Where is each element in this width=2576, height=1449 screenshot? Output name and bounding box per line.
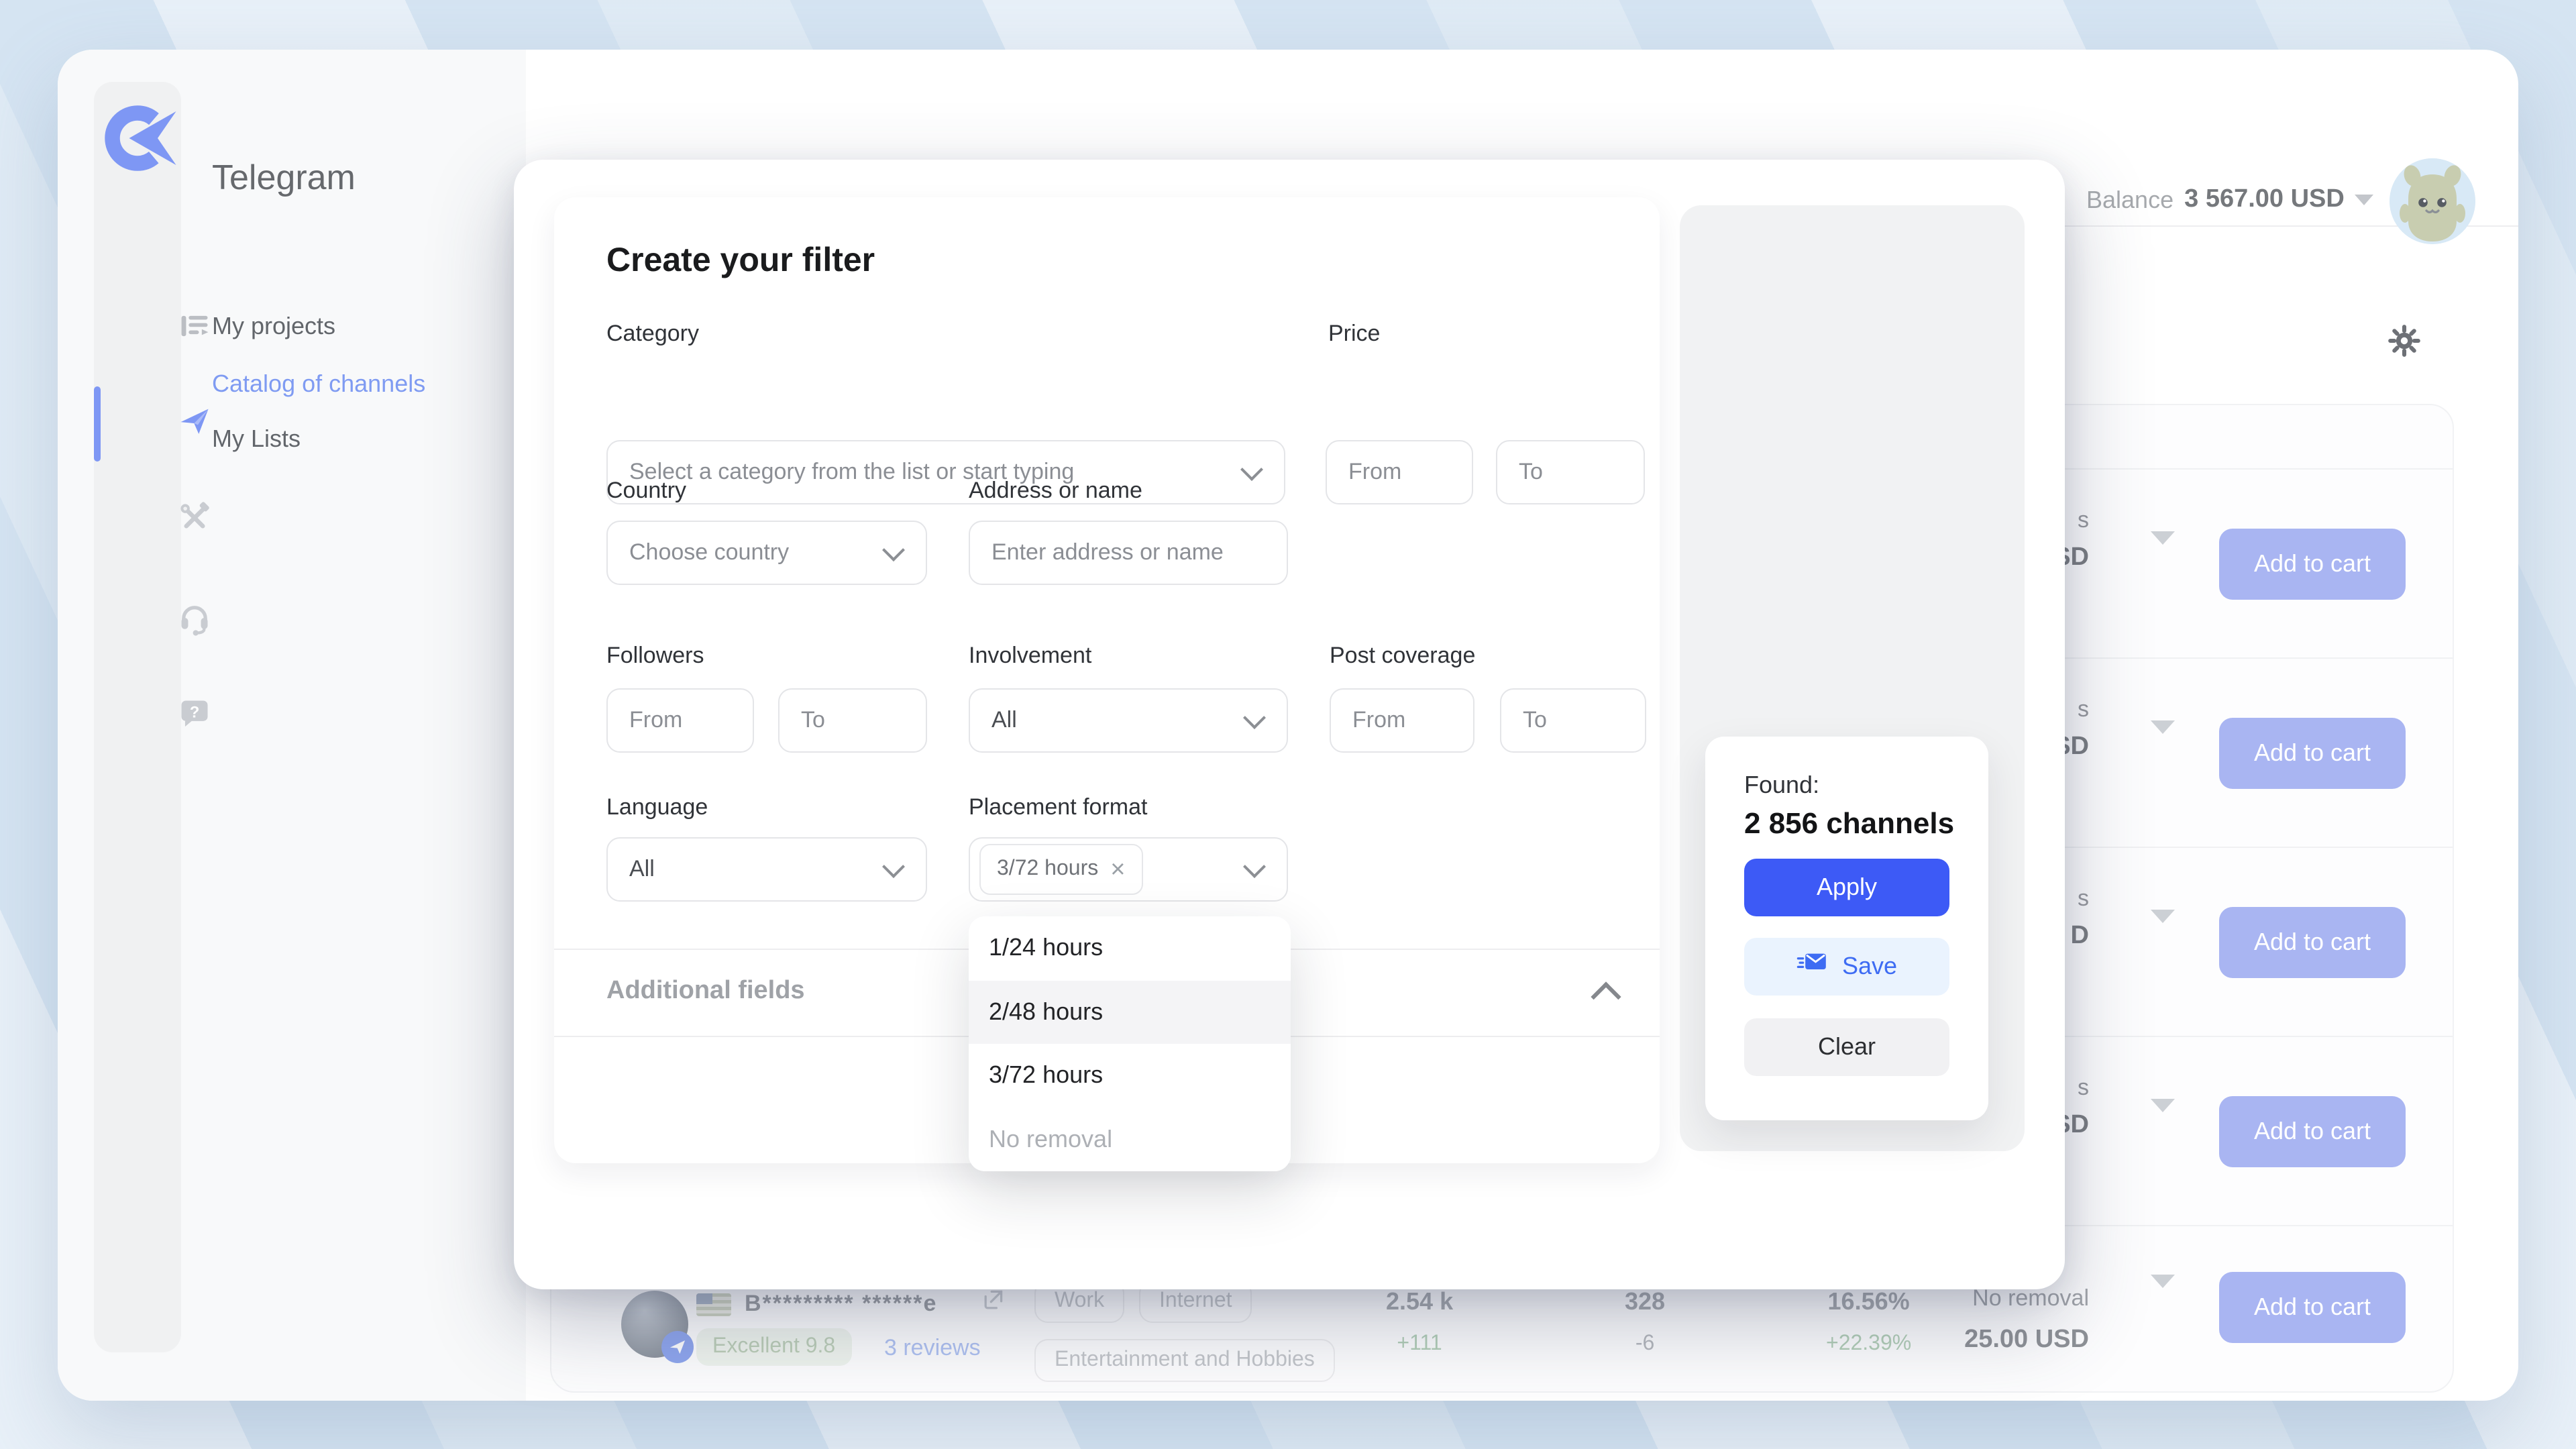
address-input-wrap [969, 521, 1288, 585]
language-label: Language [606, 794, 708, 821]
involvement-value: All [970, 707, 1017, 734]
page-background: Telegram [0, 0, 2576, 1449]
balance-value: 3 567.00 USD [2184, 185, 2345, 215]
price-to-input-wrap [1496, 440, 1645, 504]
balance-label: Balance [2086, 186, 2174, 214]
involvement-select[interactable]: All [969, 688, 1288, 753]
sidebar-item-my-lists[interactable]: My Lists [212, 425, 301, 453]
channel-name[interactable]: B********* ******e [745, 1291, 937, 1318]
coverage-to-input-wrap [1500, 688, 1646, 753]
user-avatar[interactable] [2390, 158, 2475, 244]
found-count: 2 856 channels [1744, 806, 1954, 841]
followers-to-input-wrap [778, 688, 927, 753]
add-to-cart-button[interactable]: Add to cart [2219, 718, 2406, 789]
placement-format-label: Placement format [969, 794, 1147, 821]
followers-stat: 2.54 k +111 [1386, 1288, 1453, 1356]
paper-plane-icon[interactable] [177, 404, 212, 439]
external-link-icon[interactable] [981, 1288, 1005, 1312]
apply-button[interactable]: Apply [1744, 859, 1949, 916]
sidebar-item-my-projects[interactable]: My projects [212, 313, 335, 341]
found-label: Found: [1744, 771, 1819, 800]
country-placeholder: Choose country [608, 539, 789, 566]
price-to-input[interactable] [1497, 441, 1644, 503]
dropdown-option-3-72-hours[interactable]: 3/72 hours [969, 1044, 1291, 1108]
coverage-stat: 16.56% +22.39% [1826, 1288, 1911, 1356]
chevron-down-icon [1243, 855, 1266, 878]
placement-chip: 3/72 hours × [979, 844, 1142, 895]
format-price: No removal 25.00 USD [1964, 1285, 2089, 1355]
format-caret-icon[interactable] [2151, 531, 2175, 545]
dropdown-option-2-48-hours[interactable]: 2/48 hours [969, 980, 1291, 1044]
price-from-input[interactable] [1327, 441, 1472, 503]
address-label: Address or name [969, 478, 1142, 504]
placement-format-select[interactable]: 3/72 hours × [969, 837, 1288, 902]
send-envelope-icon [1796, 951, 1829, 982]
dropdown-option-1-24-hours[interactable]: 1/24 hours [969, 916, 1291, 980]
er-stat: 328 -6 [1625, 1288, 1665, 1356]
country-select[interactable]: Choose country [606, 521, 927, 585]
chevron-down-icon [882, 855, 905, 878]
sidebar-item-catalog-of-channels[interactable]: Catalog of channels [212, 370, 425, 398]
add-to-cart-button[interactable]: Add to cart [2219, 1096, 2406, 1167]
country-label: Country [606, 478, 686, 504]
close-icon[interactable]: × [1110, 857, 1125, 882]
chevron-down-icon [1240, 458, 1263, 481]
involvement-label: Involvement [969, 643, 1091, 669]
category-select[interactable]: Select a category from the list or start… [606, 440, 1285, 504]
language-select[interactable]: All [606, 837, 927, 902]
coverage-from-input-wrap [1330, 688, 1474, 753]
language-value: All [608, 856, 655, 883]
chevron-down-icon [2355, 195, 2374, 205]
results-card: Found: 2 856 channels Apply Save Clear [1705, 737, 1988, 1120]
app-logo-icon[interactable] [101, 98, 181, 178]
save-button[interactable]: Save [1744, 938, 1949, 996]
projects-icon[interactable] [177, 309, 212, 343]
reviews-link[interactable]: 3 reviews [884, 1335, 981, 1362]
filter-title: Create your filter [606, 241, 875, 280]
chevron-down-icon [1243, 706, 1266, 729]
add-to-cart-button[interactable]: Add to cart [2219, 907, 2406, 978]
tag-entertainment: Entertainment and Hobbies [1034, 1339, 1335, 1382]
clear-button[interactable]: Clear [1744, 1018, 1949, 1076]
sidebar-icon-rail [94, 82, 181, 1352]
sidebar: Telegram [58, 50, 526, 1401]
coverage-to-input[interactable] [1501, 690, 1645, 751]
format-caret-icon[interactable] [2151, 1275, 2175, 1288]
balance-menu[interactable]: Balance 3 567.00 USD [2086, 185, 2374, 215]
category-label: Category [606, 321, 699, 347]
add-to-cart-button[interactable]: Add to cart [2219, 1272, 2406, 1343]
price-label: Price [1328, 321, 1380, 347]
additional-fields-label: Additional fields [606, 977, 805, 1006]
followers-label: Followers [606, 643, 704, 669]
save-button-label: Save [1842, 953, 1897, 981]
followers-from-input[interactable] [608, 690, 753, 751]
followers-from-input-wrap [606, 688, 754, 753]
rating-badge: Excellent 9.8 [696, 1328, 851, 1366]
post-coverage-label: Post coverage [1330, 643, 1475, 669]
format-caret-icon[interactable] [2151, 720, 2175, 734]
placement-format-dropdown: 1/24 hours 2/48 hours 3/72 hours No remo… [969, 916, 1291, 1171]
placement-chip-label: 3/72 hours [997, 857, 1098, 881]
table-settings-gear-icon[interactable] [2387, 323, 2422, 358]
help-bubble-icon[interactable]: ? [177, 696, 212, 731]
brand-title: Telegram [212, 157, 356, 199]
telegram-badge-icon [661, 1331, 694, 1363]
coverage-from-input[interactable] [1331, 690, 1473, 751]
svg-text:?: ? [190, 704, 200, 722]
format-caret-icon[interactable] [2151, 1099, 2175, 1112]
active-nav-indicator [94, 386, 101, 462]
chevron-down-icon [882, 539, 905, 561]
support-headset-icon[interactable] [177, 601, 212, 636]
tools-icon[interactable] [177, 500, 212, 535]
us-flag-icon [696, 1293, 731, 1316]
chevron-up-icon[interactable] [1591, 981, 1621, 1012]
followers-to-input[interactable] [780, 690, 926, 751]
dropdown-option-no-removal[interactable]: No removal [969, 1108, 1291, 1171]
format-caret-icon[interactable] [2151, 910, 2175, 923]
price-from-input-wrap [1326, 440, 1473, 504]
add-to-cart-button[interactable]: Add to cart [2219, 529, 2406, 600]
address-input[interactable] [970, 522, 1287, 584]
